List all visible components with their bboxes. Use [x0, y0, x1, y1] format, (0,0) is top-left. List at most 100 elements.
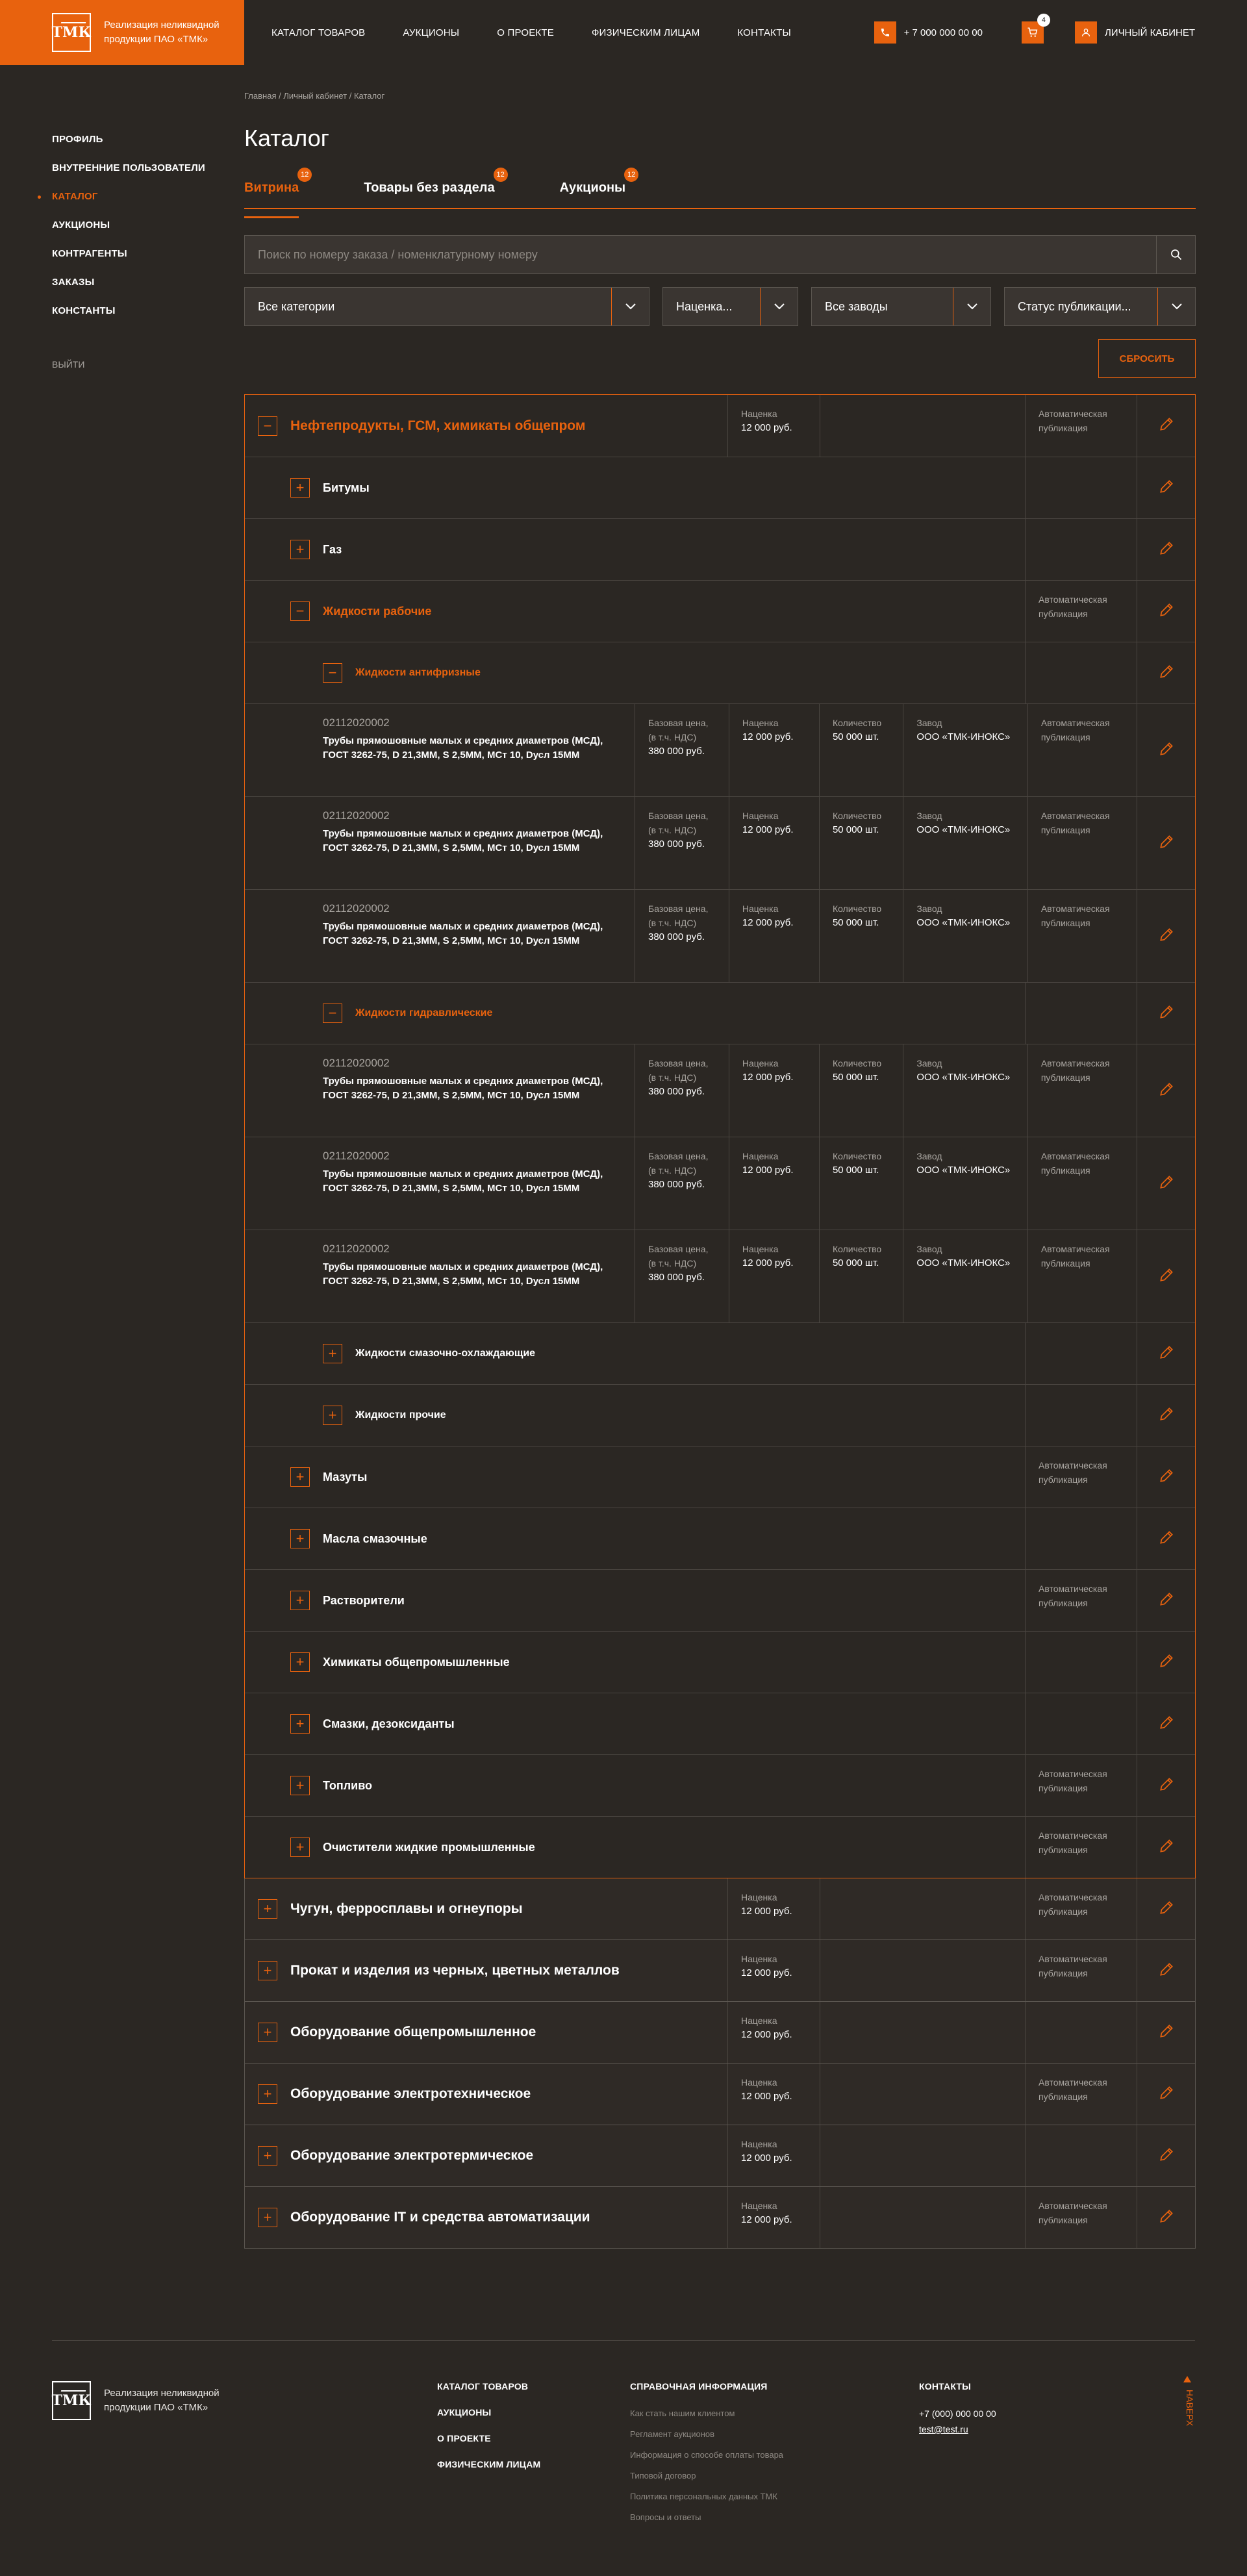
edit-button[interactable]: [1137, 797, 1195, 889]
category-name[interactable]: Жидкости рабочие: [323, 604, 431, 618]
arrow-up-icon[interactable]: [1183, 2376, 1191, 2382]
category-name[interactable]: Масла смазочные: [323, 1532, 427, 1546]
collapse-toggle[interactable]: −: [323, 1004, 342, 1023]
category-name[interactable]: Газ: [323, 542, 342, 557]
tab-showcase[interactable]: Витрина 12: [244, 168, 312, 218]
product-code[interactable]: 02112020002: [323, 716, 622, 730]
product-code[interactable]: 02112020002: [323, 809, 622, 823]
nav-contacts[interactable]: КОНТАКТЫ: [737, 27, 791, 38]
category-name[interactable]: Мазуты: [323, 1470, 367, 1484]
edit-button[interactable]: [1137, 1137, 1195, 1230]
category-name[interactable]: Оборудование электротехническое: [290, 2087, 531, 2101]
footer-link-about[interactable]: О ПРОЕКТЕ: [437, 2433, 540, 2443]
tab-auctions[interactable]: Аукционы 12: [560, 168, 639, 208]
search-input[interactable]: [245, 236, 1156, 273]
edit-button[interactable]: [1137, 1632, 1195, 1693]
sidebar-item-orders[interactable]: ЗАКАЗЫ: [52, 276, 205, 305]
expand-toggle[interactable]: +: [258, 1961, 277, 1980]
footer-info-link[interactable]: Типовой договор: [630, 2471, 783, 2481]
category-name[interactable]: Оборудование IT и средства автоматизации: [290, 2210, 590, 2225]
expand-toggle[interactable]: +: [258, 2084, 277, 2104]
expand-toggle[interactable]: +: [290, 1529, 310, 1548]
category-select[interactable]: Все категории: [244, 287, 649, 326]
category-name[interactable]: Прокат и изделия из черных, цветных мета…: [290, 1964, 620, 1978]
footer-phone[interactable]: +7 (000) 000 00 00: [919, 2408, 996, 2419]
category-name[interactable]: Оборудование электротермическое: [290, 2149, 533, 2163]
nav-catalog[interactable]: КАТАЛОГ ТОВАРОВ: [271, 27, 365, 38]
product-code[interactable]: 02112020002: [323, 1149, 622, 1163]
expand-toggle[interactable]: +: [290, 1837, 310, 1857]
breadcrumb[interactable]: Главная / Личный кабинет / Каталог: [244, 91, 1196, 104]
expand-toggle[interactable]: +: [290, 1591, 310, 1610]
expand-toggle[interactable]: +: [290, 1776, 310, 1795]
edit-button[interactable]: [1137, 2064, 1195, 2125]
sidebar-item-contractors[interactable]: КОНТРАГЕНТЫ: [52, 247, 205, 276]
edit-button[interactable]: [1137, 1693, 1195, 1754]
product-code[interactable]: 02112020002: [323, 1242, 622, 1256]
edit-button[interactable]: [1137, 395, 1195, 457]
footer-info-link[interactable]: Вопросы и ответы: [630, 2512, 783, 2522]
nav-auctions[interactable]: АУКЦИОНЫ: [403, 27, 459, 38]
sidebar-item-constants[interactable]: КОНСТАНТЫ: [52, 305, 205, 333]
edit-button[interactable]: [1137, 890, 1195, 982]
category-name[interactable]: Нефтепродукты, ГСМ, химикаты общепром: [290, 418, 585, 433]
product-title[interactable]: Трубы прямошовные малых и средних диамет…: [323, 827, 622, 855]
sidebar-item-profile[interactable]: ПРОФИЛЬ: [52, 133, 205, 162]
sidebar-item-internal-users[interactable]: ВНУТРЕННИЕ ПОЛЬЗОВАТЕЛИ: [52, 162, 205, 190]
scroll-top-button[interactable]: НАВЕРХ: [1185, 2390, 1195, 2426]
category-name[interactable]: Растворители: [323, 1593, 405, 1608]
edit-button[interactable]: [1137, 1323, 1195, 1384]
expand-toggle[interactable]: +: [290, 540, 310, 559]
edit-button[interactable]: [1137, 1230, 1195, 1322]
expand-toggle[interactable]: +: [290, 1652, 310, 1672]
edit-button[interactable]: [1137, 2125, 1195, 2186]
footer-link-auctions[interactable]: АУКЦИОНЫ: [437, 2407, 540, 2418]
edit-button[interactable]: [1137, 1385, 1195, 1446]
expand-toggle[interactable]: +: [290, 1714, 310, 1734]
cabinet-link[interactable]: ЛИЧНЫЙ КАБИНЕТ: [1105, 27, 1195, 38]
footer-info-link[interactable]: Как стать нашим клиентом: [630, 2408, 783, 2418]
edit-button[interactable]: [1137, 1817, 1195, 1878]
edit-button[interactable]: [1137, 704, 1195, 796]
expand-toggle[interactable]: +: [258, 1899, 277, 1919]
footer-link-individuals[interactable]: ФИЗИЧЕСКИМ ЛИЦАМ: [437, 2459, 540, 2469]
category-name[interactable]: Жидкости гидравлические: [355, 1006, 492, 1020]
expand-toggle[interactable]: +: [323, 1344, 342, 1363]
logout-link[interactable]: ВЫЙТИ: [52, 359, 205, 370]
expand-toggle[interactable]: +: [290, 478, 310, 498]
sidebar-item-auctions[interactable]: АУКЦИОНЫ: [52, 219, 205, 247]
edit-button[interactable]: [1137, 1878, 1195, 1939]
category-name[interactable]: Очистители жидкие промышленные: [323, 1840, 535, 1854]
edit-button[interactable]: [1137, 2002, 1195, 2063]
edit-button[interactable]: [1137, 1755, 1195, 1816]
footer-link-catalog[interactable]: КАТАЛОГ ТОВАРОВ: [437, 2381, 540, 2392]
edit-button[interactable]: [1137, 1446, 1195, 1508]
footer-logo[interactable]: ТМК Реализация неликвидной продукции ПАО…: [52, 2381, 234, 2420]
edit-button[interactable]: [1137, 642, 1195, 703]
edit-button[interactable]: [1137, 983, 1195, 1044]
user-icon[interactable]: [1074, 21, 1097, 44]
nav-about[interactable]: О ПРОЕКТЕ: [497, 27, 554, 38]
product-title[interactable]: Трубы прямошовные малых и средних диамет…: [323, 920, 622, 948]
logo-block[interactable]: ТМК Реализация неликвидной продукции ПАО…: [0, 0, 244, 65]
edit-button[interactable]: [1137, 457, 1195, 518]
edit-button[interactable]: [1137, 519, 1195, 580]
tab-no-section[interactable]: Товары без раздела 12: [364, 168, 508, 208]
expand-toggle[interactable]: +: [258, 2208, 277, 2227]
expand-toggle[interactable]: +: [258, 2146, 277, 2166]
footer-info-link[interactable]: Политика персональных данных ТМК: [630, 2492, 783, 2501]
reset-button[interactable]: СБРОСИТЬ: [1098, 339, 1196, 378]
expand-toggle[interactable]: +: [258, 2023, 277, 2042]
product-title[interactable]: Трубы прямошовные малых и средних диамет…: [323, 734, 622, 763]
category-name[interactable]: Жидкости прочие: [355, 1408, 446, 1422]
category-name[interactable]: Смазки, дезоксиданты: [323, 1717, 455, 1731]
sidebar-item-catalog[interactable]: КАТАЛОГ: [38, 190, 205, 219]
header-phone[interactable]: + 7 000 000 00 00: [904, 27, 983, 38]
nav-individuals[interactable]: ФИЗИЧЕСКИМ ЛИЦАМ: [592, 27, 699, 38]
edit-button[interactable]: [1137, 1508, 1195, 1569]
product-title[interactable]: Трубы прямошовные малых и средних диамет…: [323, 1260, 622, 1289]
collapse-toggle[interactable]: −: [323, 663, 342, 683]
category-name[interactable]: Жидкости антифризные: [355, 666, 481, 680]
search-button[interactable]: [1156, 236, 1195, 273]
edit-button[interactable]: [1137, 1940, 1195, 2001]
